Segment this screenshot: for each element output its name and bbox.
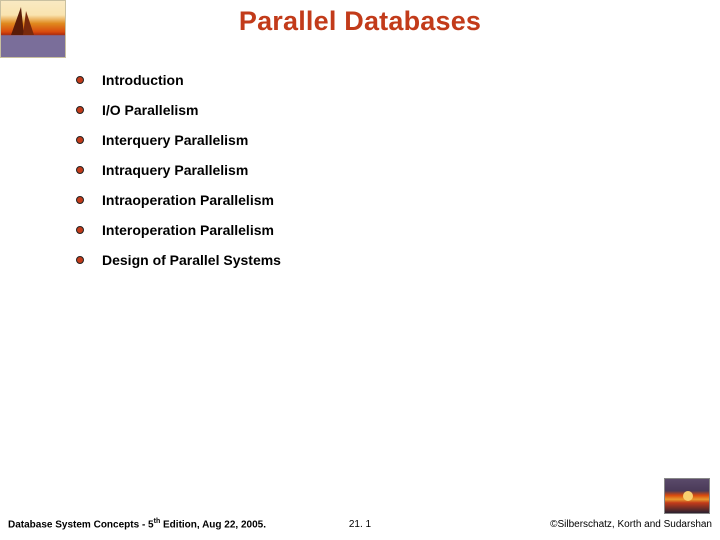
list-item-label: Interoperation Parallelism (102, 222, 274, 238)
sun-shape (683, 491, 693, 501)
footer-right: ©Silberschatz, Korth and Sudarshan (550, 519, 712, 530)
list-item: Intraquery Parallelism (76, 162, 680, 178)
bullet-icon (76, 136, 84, 144)
list-item: I/O Parallelism (76, 102, 680, 118)
bullet-icon (76, 256, 84, 264)
list-item: Design of Parallel Systems (76, 252, 680, 268)
bullet-icon (76, 106, 84, 114)
slide-title: Parallel Databases (0, 6, 720, 37)
list-item: Introduction (76, 72, 680, 88)
list-item: Interquery Parallelism (76, 132, 680, 148)
bullet-icon (76, 226, 84, 234)
bullet-icon (76, 196, 84, 204)
slide-footer: Database System Concepts - 5th Edition, … (0, 514, 720, 534)
logo-bottom-right (664, 478, 710, 514)
bullet-icon (76, 166, 84, 174)
list-item-label: I/O Parallelism (102, 102, 199, 118)
list-item-label: Intraoperation Parallelism (102, 192, 274, 208)
slide-content: Introduction I/O Parallelism Interquery … (76, 72, 680, 282)
list-item-label: Design of Parallel Systems (102, 252, 281, 268)
list-item-label: Interquery Parallelism (102, 132, 248, 148)
list-item: Interoperation Parallelism (76, 222, 680, 238)
bullet-list: Introduction I/O Parallelism Interquery … (76, 72, 680, 268)
bullet-icon (76, 76, 84, 84)
list-item-label: Intraquery Parallelism (102, 162, 248, 178)
list-item: Intraoperation Parallelism (76, 192, 680, 208)
list-item-label: Introduction (102, 72, 184, 88)
